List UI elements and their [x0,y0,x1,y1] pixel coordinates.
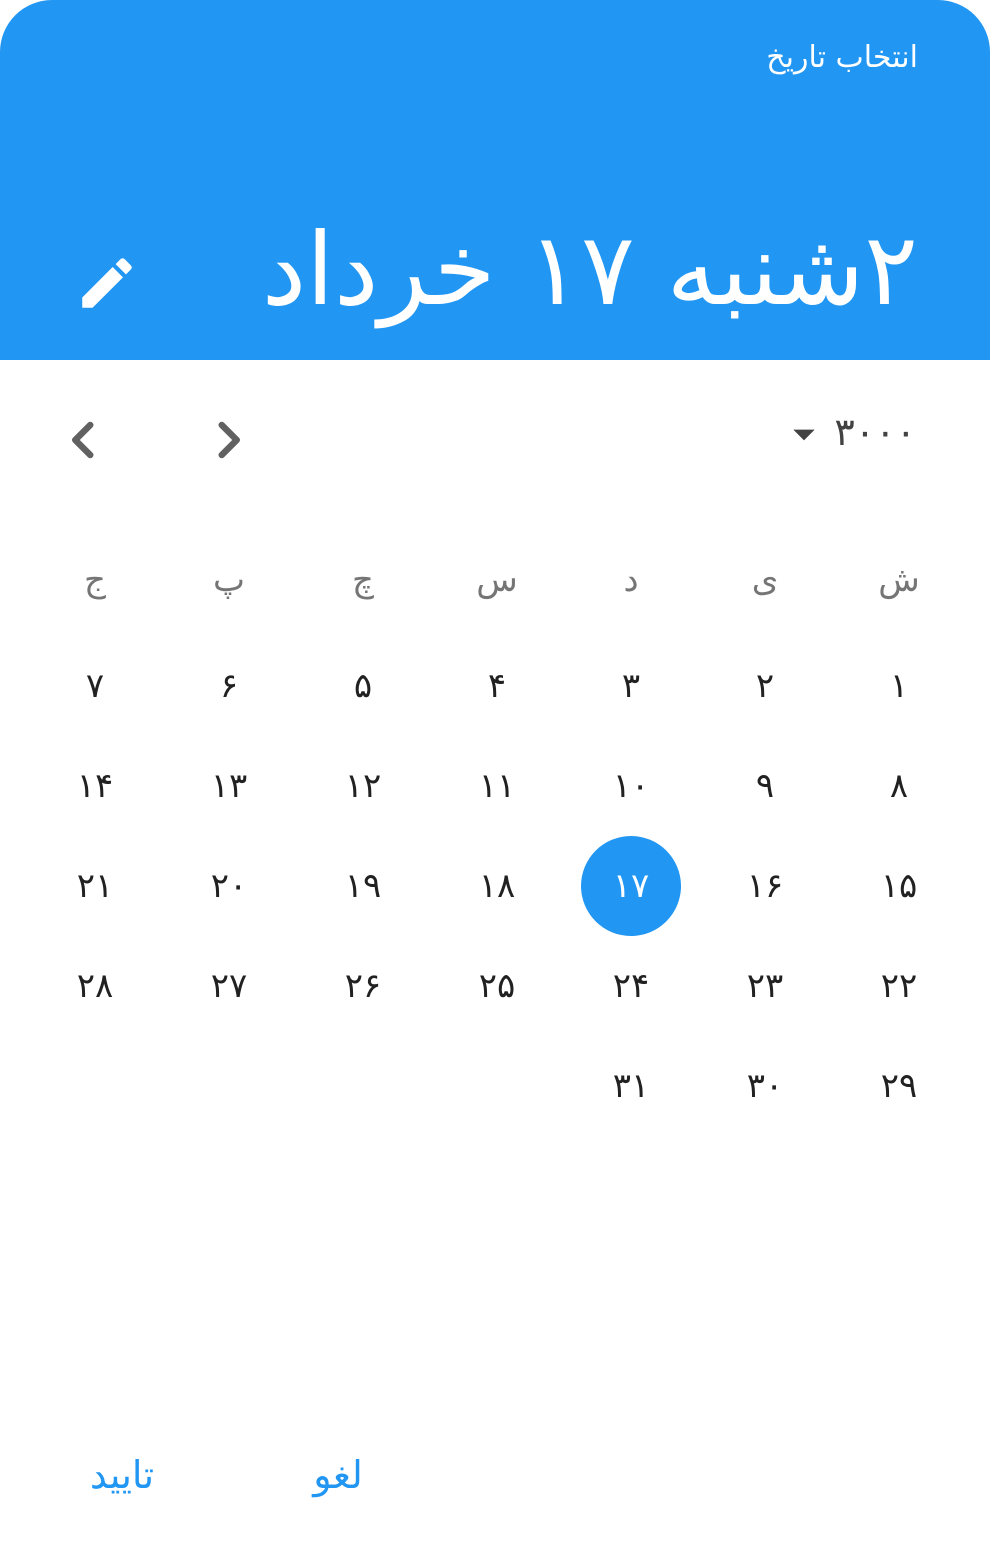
arrow-drop-down-icon [793,429,816,441]
weekday-label: ش [878,560,920,600]
cancel-button[interactable]: لغو [290,1430,386,1520]
previous-month-button[interactable] [54,410,114,470]
selected-date-display: ۲شنبه ۱۷ خرداد [261,211,918,328]
weekday-label: ج [84,560,106,600]
calendar-week-row: ۱ ۲ ۳ ۴ ۵ ۶ ۷ [26,636,966,736]
selected-day-circle: ۱۷ [581,836,681,936]
calendar-day-empty [296,1036,430,1136]
dialog-actions: تایید لغو [0,1430,990,1520]
calendar-day[interactable]: ۲۹ [832,1036,966,1136]
year-selector[interactable]: ۳۰۰۰ [788,400,916,464]
calendar-day[interactable]: ۵ [296,636,430,736]
calendar-day[interactable]: ۳ [564,636,698,736]
calendar-day-empty [430,1036,564,1136]
calendar-day[interactable]: ۲۶ [296,936,430,1036]
calendar-day[interactable]: ۲۵ [430,936,564,1036]
calendar-day[interactable]: ۳۱ [564,1036,698,1136]
calendar-day[interactable]: ۱۴ [28,736,162,836]
dialog-header: انتخاب تاریخ ۲شنبه ۱۷ خرداد [0,0,990,360]
calendar-week-row: ۲۹ ۳۰ ۳۱ [26,1036,966,1136]
calendar-day-selected[interactable]: ۱۷ [564,836,698,936]
calendar-day[interactable]: ۱۹ [296,836,430,936]
calendar-day[interactable]: ۲۳ [698,936,832,1036]
confirm-button[interactable]: تایید [60,1430,184,1520]
calendar-day[interactable]: ۲۸ [28,936,162,1036]
pencil-icon [82,258,132,308]
calendar-day[interactable]: ۱۸ [430,836,564,936]
calendar-day[interactable]: ۲۷ [162,936,296,1036]
calendar-day[interactable]: ۲۱ [28,836,162,936]
edit-date-button[interactable] [74,250,140,316]
calendar-day[interactable]: ۳۰ [698,1036,832,1136]
dialog-title: انتخاب تاریخ [766,40,918,75]
weekday-label: د [623,560,639,600]
chevron-right-icon [218,421,240,459]
next-month-button[interactable] [198,410,258,470]
calendar-day-empty [28,1036,162,1136]
calendar-day[interactable]: ۴ [430,636,564,736]
year-label: ۳۰۰۰ [834,410,916,454]
weekday-label: س [476,560,518,600]
calendar-week-row: ۱۵ ۱۶ ۱۷ ۱۸ ۱۹ ۲۰ ۲۱ [26,836,966,936]
calendar-day[interactable]: ۲۴ [564,936,698,1036]
calendar-day[interactable]: ۱ [832,636,966,736]
date-picker-dialog: انتخاب تاریخ ۲شنبه ۱۷ خرداد ۳۰۰۰ ش ی د س… [0,0,990,1553]
calendar-week-row: ۸ ۹ ۱۰ ۱۱ ۱۲ ۱۳ ۱۴ [26,736,966,836]
weekday-label: پ [213,560,246,600]
calendar-day[interactable]: ۲۲ [832,936,966,1036]
calendar-day[interactable]: ۱۶ [698,836,832,936]
chevron-left-icon [72,421,94,459]
calendar-day[interactable]: ۱۰ [564,736,698,836]
calendar-week-row: ۲۲ ۲۳ ۲۴ ۲۵ ۲۶ ۲۷ ۲۸ [26,936,966,1036]
calendar-day[interactable]: ۲۰ [162,836,296,936]
calendar-day[interactable]: ۶ [162,636,296,736]
calendar-day[interactable]: ۱۲ [296,736,430,836]
calendar-day[interactable]: ۸ [832,736,966,836]
calendar-day[interactable]: ۲ [698,636,832,736]
calendar-day[interactable]: ۱۱ [430,736,564,836]
calendar-day[interactable]: ۱۵ [832,836,966,936]
weekday-label: ی [751,560,779,600]
calendar-day-empty [162,1036,296,1136]
calendar-day[interactable]: ۹ [698,736,832,836]
calendar-day[interactable]: ۷ [28,636,162,736]
calendar-day[interactable]: ۱۳ [162,736,296,836]
weekday-label: چ [352,560,374,600]
weekday-header-row: ش ی د س چ پ ج [26,545,966,615]
